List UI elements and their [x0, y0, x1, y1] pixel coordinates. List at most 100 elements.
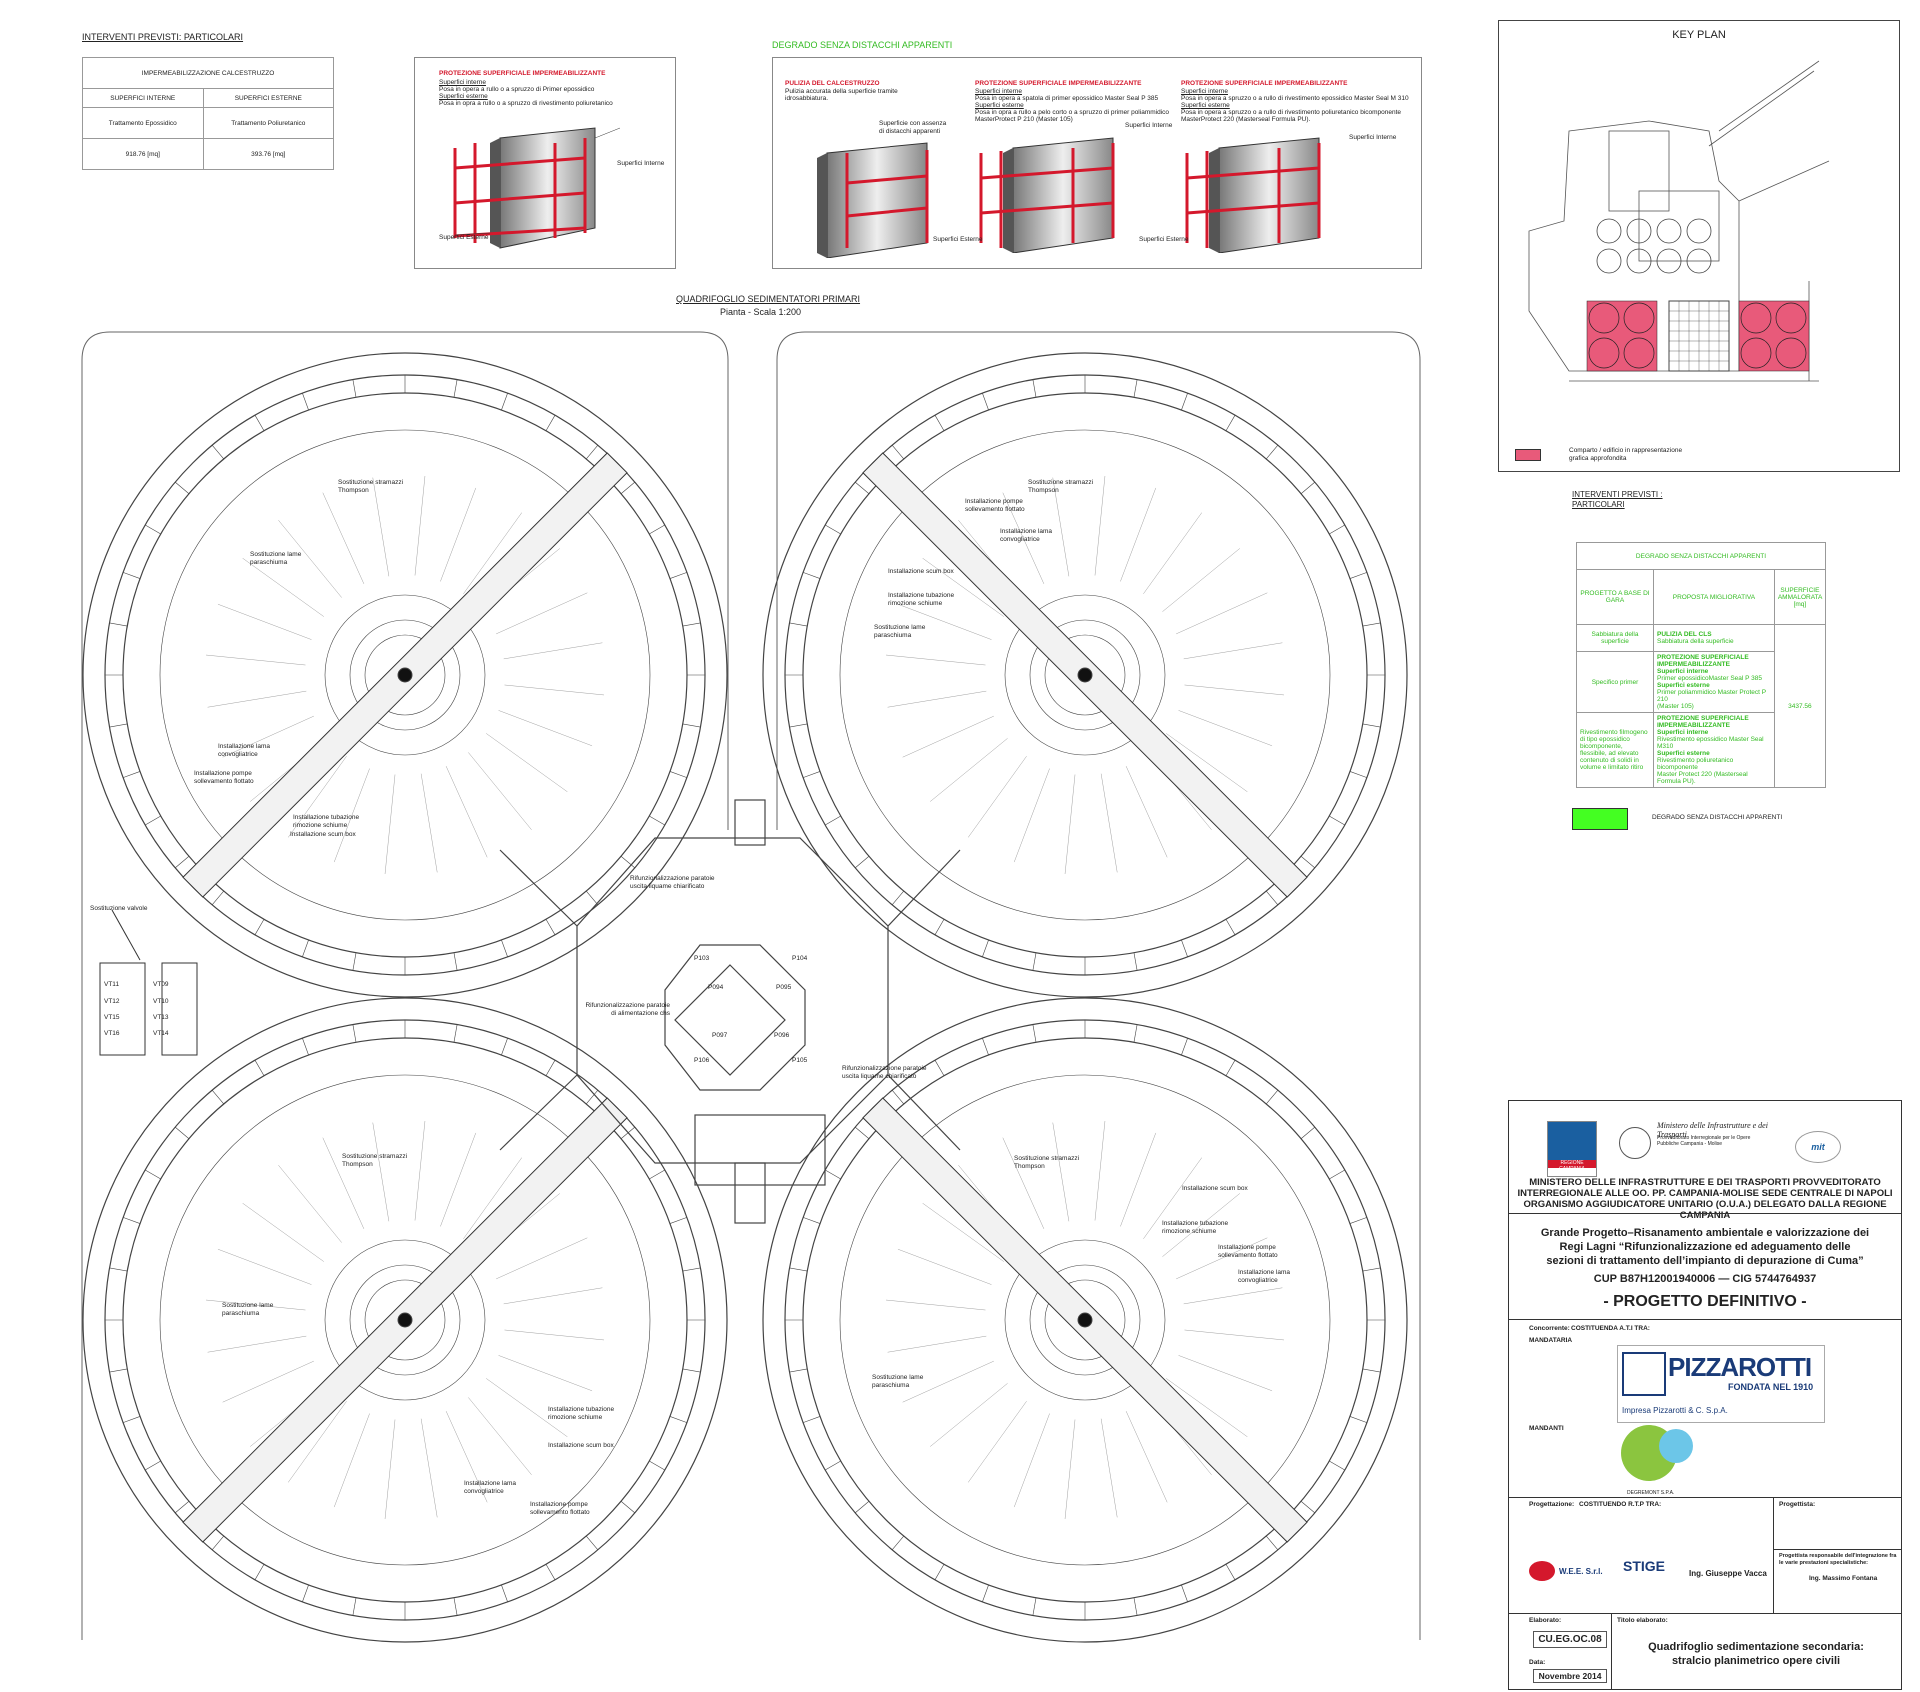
clarifier-segment	[122, 1217, 141, 1224]
progettazione-label: Progettazione:	[1529, 1501, 1575, 1508]
clarifier-radial	[1125, 1411, 1168, 1503]
clarifier-segment	[352, 1597, 357, 1616]
clarifier-segment	[982, 392, 989, 411]
clarifier-radial	[278, 1165, 342, 1243]
clarifier-segment	[453, 1597, 458, 1616]
clarifier-radial	[902, 715, 994, 758]
annotation: Installazione lama convogliatrice	[1238, 1269, 1291, 1284]
annotation: Installazione lama convogliatrice	[1000, 528, 1053, 543]
clarifier-segment	[682, 723, 701, 728]
clarifier-segment	[174, 481, 190, 494]
annotation: Installazione pompe sollevamento flottat…	[530, 1501, 590, 1516]
clarifier-radial	[885, 654, 986, 666]
clarifier-radial	[1184, 684, 1285, 696]
clarifier-radial	[1064, 774, 1076, 875]
project-line: Regi Lagni “Rifunzionalizzazione ed adeg…	[1559, 1241, 1851, 1253]
clarifier-segment	[1349, 771, 1368, 778]
clarifier-segment	[1225, 415, 1236, 431]
table-cell: PROTEZIONE SUPERFICIALE IMPERMEABILIZZAN…	[1653, 712, 1775, 788]
clarifier-radial	[414, 475, 426, 576]
clarifier-segment	[109, 1267, 128, 1272]
clarifier-radial	[1100, 773, 1118, 873]
divider	[1509, 1213, 1901, 1214]
clarifier-segment	[649, 1460, 665, 1471]
clarifier-segment	[352, 1024, 357, 1043]
plan-drawing	[81, 331, 1421, 1643]
clarifier-segment	[1349, 1217, 1368, 1224]
cell-line: Rivestimento poliuretanico bicomponente	[1657, 757, 1734, 771]
annotation: Sostituzione lame paraschiuma	[874, 624, 926, 639]
data: Novembre 2014	[1533, 1669, 1607, 1683]
clarifier-hub	[397, 1312, 413, 1328]
pizzarotti-sub: Impresa Pizzarotti & C. S.p.A.	[1622, 1406, 1728, 1415]
elaborato-label: Elaborato:	[1529, 1617, 1562, 1624]
clarifier-segment	[934, 1060, 945, 1076]
progettista-label: Progettista:	[1779, 1501, 1816, 1508]
annotation: Installazione pompe sollevamento flottat…	[194, 770, 254, 785]
clarifier-radial	[503, 1287, 603, 1305]
cup-line: CUP B87H12001940006 — CIG 5744764937	[1593, 1273, 1817, 1285]
annotation: Installazione tubazione rimozione schium…	[1162, 1220, 1229, 1235]
clarifier-segment	[501, 392, 508, 411]
mit-logo: mit	[1795, 1131, 1841, 1163]
title-block: REGIONE CAMPANIA Ministero delle Infrast…	[1508, 1100, 1902, 1690]
divider	[1509, 1497, 1901, 1498]
clarifier-segment	[1362, 622, 1381, 627]
clarifier-segment	[789, 1267, 808, 1272]
degrado-table: DEGRADO SENZA DISTACCHI APPARENTI PROGET…	[1576, 542, 1827, 788]
fase-line: - PROGETTO DEFINITIVO -	[1603, 1293, 1807, 1310]
clarifier-radial	[1100, 1418, 1118, 1518]
table-cell: Sabbiatura della superficie	[1576, 624, 1654, 652]
key-plan-tank	[1656, 218, 1682, 244]
clarifier-segment	[145, 1460, 161, 1471]
stige-logo: STIGE	[1623, 1558, 1666, 1574]
clarifier-segment	[682, 1267, 701, 1272]
right-title: PARTICOLARI	[1572, 500, 1625, 509]
ministero-sub: Provveditorato Interregionale per le Ope…	[1657, 1135, 1751, 1147]
clarifier-segment	[453, 379, 458, 398]
clarifier-radial	[468, 1397, 532, 1475]
clarifier-radial	[1143, 512, 1202, 594]
clarifier-segment	[669, 1416, 688, 1423]
clarifier-segment	[145, 524, 161, 535]
clarifier-radial	[930, 738, 1008, 802]
clarifier-segment	[802, 1217, 821, 1224]
concorrente: COSTITUENDA A.T.I TRA:	[1571, 1325, 1650, 1332]
pizzarotti-logo: PIZZAROTTI FONDATA NEL 1910 Impresa Pizz…	[1617, 1345, 1825, 1423]
clarifier-segment	[854, 481, 870, 494]
clarifier-segment	[453, 1024, 458, 1043]
table-caption: DEGRADO SENZA DISTACCHI APPARENTI	[1576, 542, 1826, 570]
key-plan-tank	[1686, 218, 1712, 244]
clarifier-radial	[1064, 1419, 1076, 1520]
clarifier-segment	[1300, 856, 1316, 869]
clarifier-segment	[934, 1564, 945, 1580]
valve-label: VT10	[153, 998, 169, 1005]
clarifier-segment	[1300, 481, 1316, 494]
responsabile: Ing. Massimo Fontana	[1809, 1575, 1878, 1582]
key-plan-title: KEY PLAN	[1672, 29, 1726, 41]
clarifier-segment	[1133, 1597, 1138, 1616]
header-line: ORGANISMO AGGIUDICATORE UNITARIO (O.U.A.…	[1523, 1199, 1887, 1221]
annotation: Sostituzione lame paraschiuma	[222, 1302, 274, 1317]
project-line: sezioni di trattamento dell’impianto di …	[1546, 1255, 1864, 1267]
clarifier-segment	[854, 1501, 870, 1514]
clarifier-segment	[682, 1368, 701, 1373]
clarifier-segment	[1133, 379, 1138, 398]
clarifier-radial	[897, 1249, 992, 1285]
titolo-line: Quadrifoglio sedimentazione secondaria:	[1648, 1641, 1864, 1653]
clarifier-radial	[1176, 592, 1268, 635]
gate-label: P103	[694, 955, 710, 962]
clarifier-segment	[545, 1564, 556, 1580]
clarifier-radial	[322, 1137, 365, 1229]
clarifier-radial	[968, 1401, 1027, 1483]
cell-line: Primer epossidicoMaster Seal P 385	[1657, 675, 1763, 682]
wee-logo	[1529, 1561, 1555, 1581]
clarifier-radial	[498, 710, 593, 746]
annotation: Sostituzione stramazzi Thompson	[1028, 479, 1094, 494]
annotation: Sostituzione lame paraschiuma	[872, 1374, 924, 1389]
header-line: MINISTERO DELLE INFRASTRUTTURE E DEI TRA…	[1529, 1177, 1881, 1188]
valve-label: VT15	[104, 1014, 120, 1021]
clarifier-segment	[825, 1460, 841, 1471]
clarifier-segment	[649, 1169, 665, 1180]
annotation: Installazione tubazione rimozione schium…	[293, 814, 360, 829]
